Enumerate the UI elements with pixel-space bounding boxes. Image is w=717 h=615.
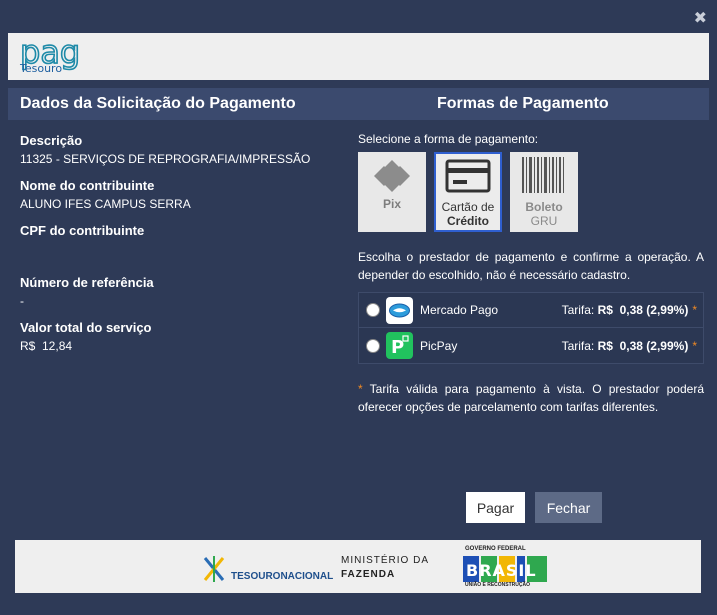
pag-logo-sub: Tesouro bbox=[20, 62, 63, 75]
payment-panel: Selecione a forma de pagamento: Pix Cart… bbox=[358, 132, 704, 416]
boleto-label-line2: GRU bbox=[530, 214, 558, 228]
descricao-value: 11325 - SERVIÇOS DE REPROGRAFIA/IMPRESSÃ… bbox=[20, 152, 311, 166]
provider-fee: Tarifa: R$ 0,38 (2,99%) bbox=[562, 339, 689, 353]
barcode-icon bbox=[522, 157, 564, 193]
provider-row-picpay[interactable]: P PicPay Tarifa: R$ 0,38 (2,99%) * bbox=[358, 328, 704, 364]
valor-label: Valor total do serviço bbox=[20, 320, 152, 335]
cpf-label: CPF do contribuinte bbox=[20, 223, 145, 238]
ref-value: - bbox=[20, 294, 24, 308]
brasil-text: BRASIL bbox=[466, 561, 537, 580]
provider-fee: Tarifa: R$ 0,38 (2,99%) bbox=[562, 303, 689, 317]
request-data-heading: Dados da Solicitação do Pagamento bbox=[20, 95, 296, 112]
fee-footnote: * Tarifa válida para pagamento à vista. … bbox=[358, 380, 704, 416]
payment-methods-heading: Formas de Pagamento bbox=[437, 95, 609, 112]
descricao-label: Descrição bbox=[20, 133, 83, 148]
fee-asterisk: * bbox=[692, 338, 697, 353]
nome-label: Nome do contribuinte bbox=[20, 178, 155, 193]
mercado-pago-radio[interactable] bbox=[366, 303, 380, 317]
boleto-option[interactable]: Boleto GRU bbox=[510, 152, 578, 232]
footnote-text: Tarifa válida para pagamento à vista. O … bbox=[358, 382, 704, 414]
tesouro-nacional-logo bbox=[203, 556, 225, 582]
nome-value: ALUNO IFES CAMPUS SERRA bbox=[20, 197, 191, 211]
fee-currency: R$ bbox=[597, 303, 613, 317]
ministerio-text: MINISTÉRIO DA bbox=[341, 555, 430, 566]
fee-value: 0,38 (2,99%) bbox=[619, 303, 689, 317]
provider-list: Mercado Pago Tarifa: R$ 0,38 (2,99%) * P… bbox=[358, 292, 704, 364]
mercado-pago-icon bbox=[386, 296, 413, 324]
footnote-asterisk: * bbox=[358, 382, 363, 396]
pix-option[interactable]: Pix bbox=[358, 152, 426, 232]
section-header: Dados da Solicitação do Pagamento Formas… bbox=[8, 88, 709, 120]
request-details: Descrição 11325 - SERVIÇOS DE REPROGRAFI… bbox=[20, 133, 340, 365]
select-method-label: Selecione a forma de pagamento: bbox=[358, 132, 539, 146]
ref-label: Número de referência bbox=[20, 275, 154, 290]
close-icon[interactable]: ✖ bbox=[694, 8, 707, 28]
fee-value: 0,38 (2,99%) bbox=[619, 338, 689, 353]
fazenda-text: FAZENDA bbox=[341, 569, 396, 580]
boleto-label-line1: Boleto bbox=[525, 200, 563, 214]
picpay-icon: P bbox=[386, 332, 413, 359]
governo-federal-text: GOVERNO FEDERAL bbox=[465, 546, 526, 552]
credit-label-line1: Cartão de bbox=[441, 200, 495, 214]
payment-methods: Pix Cartão de Crédito Boleto GRU bbox=[358, 152, 704, 232]
fee-asterisk: * bbox=[692, 303, 697, 317]
provider-row-mercado-pago[interactable]: Mercado Pago Tarifa: R$ 0,38 (2,99%) * bbox=[358, 292, 704, 328]
picpay-radio[interactable] bbox=[366, 338, 380, 353]
cpf-value bbox=[20, 242, 340, 263]
pay-button[interactable]: Pagar bbox=[466, 492, 525, 523]
provider-name: Mercado Pago bbox=[420, 303, 499, 317]
svg-text:P: P bbox=[391, 337, 404, 358]
pix-label: Pix bbox=[382, 197, 401, 211]
provider-instructions: Escolha o prestador de pagamento e confi… bbox=[358, 250, 704, 282]
close-button[interactable]: Fechar bbox=[535, 492, 602, 523]
fee-prefix: Tarifa: bbox=[561, 303, 598, 317]
footer-logos: TESOURONACIONAL MINISTÉRIO DA FAZENDA GO… bbox=[15, 540, 701, 593]
pix-icon bbox=[374, 160, 410, 192]
credit-card-option[interactable]: Cartão de Crédito bbox=[434, 152, 502, 232]
credit-label-line2: Crédito bbox=[447, 214, 489, 228]
logo-bar: pag Tesouro bbox=[8, 33, 709, 80]
provider-name: PicPay bbox=[420, 338, 458, 353]
uniao-reconstrucao-text: UNIÃO E RECONSTRUÇÃO bbox=[465, 582, 531, 588]
credit-card-icon bbox=[445, 159, 491, 193]
fee-currency: R$ bbox=[597, 338, 613, 353]
valor-value: R$ 12,84 bbox=[20, 339, 73, 353]
tesouro-nacional-text: TESOURONACIONAL bbox=[231, 571, 334, 582]
fee-prefix: Tarifa: bbox=[561, 338, 598, 353]
